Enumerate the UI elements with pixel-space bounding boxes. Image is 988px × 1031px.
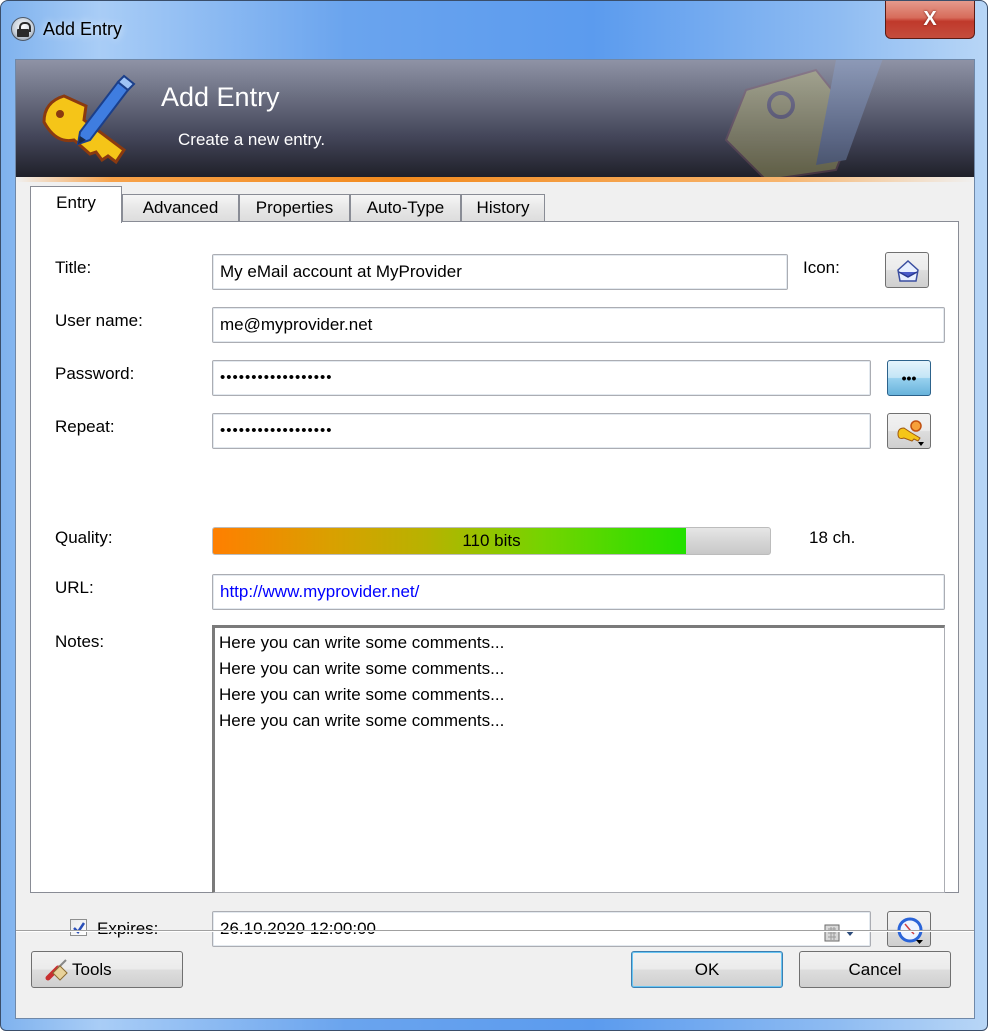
tab-history[interactable]: History (461, 194, 545, 222)
tab-entry[interactable]: Entry (30, 186, 122, 223)
url-input[interactable]: http://www.myprovider.net/ (212, 574, 945, 610)
calendar-dropdown-icon[interactable] (824, 920, 858, 942)
tools-button[interactable]: Tools (31, 951, 183, 988)
password-quality-bar: 110 bits (212, 527, 771, 555)
banner-title: Add Entry (161, 82, 280, 112)
key-pencil-watermark-icon (724, 60, 883, 177)
repeat-label: Repeat: (55, 417, 115, 436)
expiry-presets-button[interactable] (887, 911, 931, 947)
toggle-password-visibility-button[interactable]: ••• (887, 360, 931, 396)
password-generator-icon (897, 420, 924, 446)
username-input[interactable]: me@myprovider.net (212, 307, 945, 343)
title-input[interactable]: My eMail account at MyProvider (212, 254, 788, 290)
ok-button[interactable]: OK (631, 951, 783, 988)
password-input[interactable]: •••••••••••••••••• (212, 360, 871, 396)
notes-textarea[interactable]: Here you can write some comments... Here… (212, 625, 945, 893)
icon-label: Icon: (803, 258, 840, 277)
password-length-text: 18 ch. (809, 528, 856, 547)
expires-label: Expires: (97, 919, 159, 938)
expires-checkbox[interactable] (70, 919, 87, 936)
banner-accent-stripe (16, 177, 974, 182)
url-label: URL: (55, 578, 94, 597)
quality-bits-text: 110 bits (462, 531, 521, 550)
hide-password-icon: ••• (901, 370, 917, 386)
envelope-icon (897, 259, 919, 282)
password-generator-button[interactable] (887, 413, 931, 449)
close-button[interactable]: X (885, 1, 975, 39)
title-bar[interactable]: Add Entry X (1, 1, 987, 53)
tools-icon (45, 959, 68, 981)
add-entry-window: Add Entry X Add Entry Create a new entry… (0, 0, 988, 1031)
title-label: Title: (55, 258, 92, 277)
banner-subtitle: Create a new entry. (178, 130, 326, 149)
tab-properties[interactable]: Properties (239, 194, 350, 222)
checkmark-icon (73, 922, 86, 934)
key-pencil-icon (42, 74, 136, 164)
tools-label: Tools (72, 960, 112, 979)
repeat-password-input[interactable]: •••••••••••••••••• (212, 413, 871, 449)
expiry-date-input[interactable]: 26.10.2020 12:00:00 (212, 911, 871, 947)
window-title: Add Entry (43, 19, 123, 39)
entry-tab-panel: Title: My eMail account at MyProvider Ic… (30, 221, 959, 947)
lock-icon (11, 17, 35, 41)
dialog-client: Add Entry Create a new entry. Entry Adva… (15, 59, 975, 1019)
username-label: User name: (55, 311, 143, 330)
cancel-button[interactable]: Cancel (799, 951, 951, 988)
tab-auto-type[interactable]: Auto-Type (350, 194, 461, 222)
expiry-date-value: 26.10.2020 12:00:00 (220, 919, 376, 938)
icon-picker-button[interactable] (885, 252, 929, 288)
notes-label: Notes: (55, 632, 105, 651)
quality-label: Quality: (55, 528, 113, 547)
banner: Add Entry Create a new entry. (16, 60, 974, 177)
footer-separator (16, 930, 974, 932)
tab-advanced[interactable]: Advanced (122, 194, 239, 222)
password-label: Password: (55, 364, 135, 383)
